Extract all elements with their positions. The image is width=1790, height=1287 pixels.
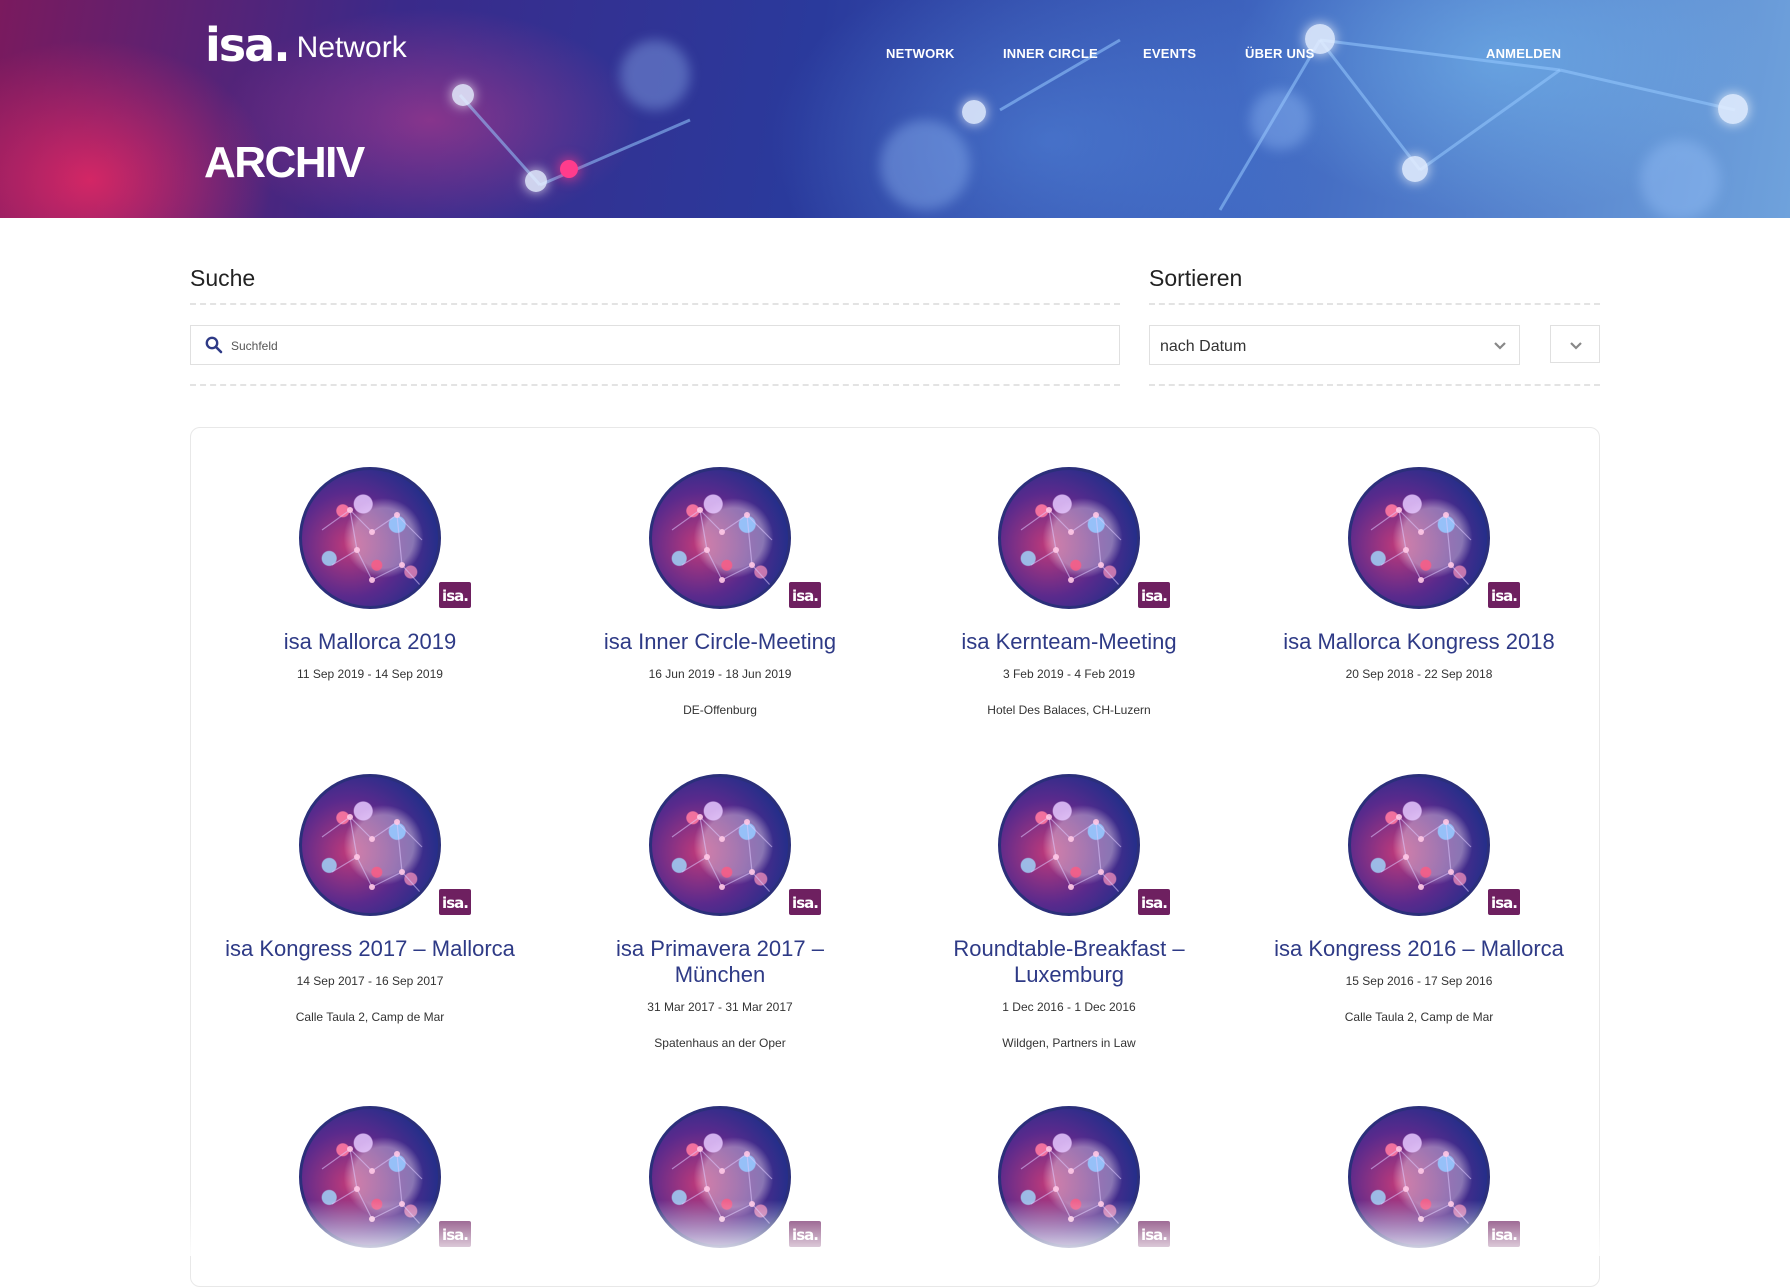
event-image[interactable] [649,1106,791,1248]
event-image[interactable] [1348,774,1490,916]
bokeh [1640,140,1720,218]
isa-badge-icon: isa. [1137,1220,1171,1248]
event-image[interactable] [299,1106,441,1248]
site-logo[interactable]: isa. Network [205,16,407,68]
event-location: Calle Taula 2, Camp de Mar [295,1010,445,1024]
event-card[interactable]: isa. isa Kernteam-Meeting 3 Feb 2019 - 4 F… [919,467,1219,717]
divider [190,303,1120,305]
divider [1149,303,1600,305]
event-image[interactable] [299,774,441,916]
event-title[interactable]: isa Primavera 2017 – München [570,936,870,988]
isa-badge-icon: isa. [1487,888,1521,916]
event-date: 11 Sep 2019 - 14 Sep 2019 [297,667,443,681]
logo-wordmark: Network [296,31,407,64]
event-card[interactable]: isa. isa Kongress 2016 – Mallorca 15 Sep 2… [1269,774,1569,1024]
sort-selected-value: nach Datum [1160,338,1247,355]
event-date: 1 Dec 2016 - 1 Dec 2016 [1002,1000,1136,1014]
event-location: Calle Taula 2, Camp de Mar [1344,1010,1494,1024]
event-card[interactable]: isa. [220,1106,520,1270]
node [560,160,578,178]
event-date: 20 Sep 2018 - 22 Sep 2018 [1345,667,1493,681]
event-card[interactable]: isa. isa Mallorca Kongress 2018 20 Sep 201… [1269,467,1569,703]
node [525,170,547,192]
nav-anmelden[interactable]: ANMELDEN [1486,46,1561,61]
isa-badge-icon: isa. [788,581,822,609]
event-location: Spatenhaus an der Oper [654,1036,786,1050]
sort-direction-button[interactable] [1550,325,1600,363]
bokeh [1250,90,1310,150]
event-location: DE-Offenburg [683,703,757,717]
event-location: Hotel Des Balaces, CH-Luzern [987,703,1151,717]
event-image[interactable] [998,1106,1140,1248]
event-image[interactable] [998,467,1140,609]
nav-network[interactable]: NETWORK [886,46,955,61]
isa-badge-icon: isa. [438,888,472,916]
isa-badge-icon: isa. [438,1220,472,1248]
isa-badge-icon: isa. [788,1220,822,1248]
search-heading: Suche [190,265,256,291]
event-image[interactable] [649,467,791,609]
event-location: Wildgen, Partners in Law [1002,1036,1136,1050]
divider [1149,384,1600,386]
sort-select[interactable]: nach Datum [1149,325,1520,365]
event-card[interactable]: isa. Roundtable-Breakfast – Luxemburg 1 De… [919,774,1219,1050]
event-title[interactable]: isa Inner Circle-Meeting [570,629,870,655]
isa-badge-icon: isa. [788,888,822,916]
search-placeholder: Suchfeld [231,339,278,353]
chevron-down-icon [1569,338,1583,356]
event-card[interactable]: isa. [570,1106,870,1270]
event-title[interactable]: isa Kongress 2016 – Mallorca [1269,936,1569,962]
event-title[interactable]: Roundtable-Breakfast – Luxemburg [919,936,1219,988]
event-title[interactable]: isa Kernteam-Meeting [919,629,1219,655]
chevron-down-icon [1493,338,1507,356]
event-title[interactable]: isa Mallorca 2019 [220,629,520,655]
isa-badge-icon: isa. [1137,888,1171,916]
hero-banner: isa. Network NETWORK INNER CIRCLE EVENTS… [0,0,1790,218]
node [962,100,986,124]
node [1718,94,1748,124]
event-date: 15 Sep 2016 - 17 Sep 2016 [1345,974,1493,988]
event-date: 31 Mar 2017 - 31 Mar 2017 [647,1000,793,1014]
bokeh [620,40,690,110]
search-input[interactable]: Suchfeld [190,325,1120,365]
event-card[interactable]: isa. [919,1106,1219,1270]
sort-heading: Sortieren [1149,265,1243,291]
event-title[interactable]: isa Mallorca Kongress 2018 [1269,629,1569,655]
event-date: 14 Sep 2017 - 16 Sep 2017 [296,974,444,988]
event-title[interactable]: isa Kongress 2017 – Mallorca [220,936,520,962]
event-card[interactable]: isa. isa Inner Circle-Meeting 16 Jun 2019 … [570,467,870,717]
nav-events[interactable]: EVENTS [1143,46,1196,61]
divider [190,384,1120,386]
node [1402,156,1428,182]
nav-inner-circle[interactable]: INNER CIRCLE [1003,46,1098,61]
event-image[interactable] [1348,467,1490,609]
isa-badge-icon: isa. [1487,581,1521,609]
nav-ueber-uns[interactable]: ÜBER UNS [1245,46,1315,61]
logo-mark: isa. [205,18,291,72]
isa-badge-icon: isa. [1137,581,1171,609]
event-image[interactable] [649,774,791,916]
event-image[interactable] [1348,1106,1490,1248]
bokeh [880,120,970,210]
page-title: ARCHIV [204,138,365,187]
event-date: 16 Jun 2019 - 18 Jun 2019 [648,667,792,681]
node [452,84,474,106]
event-image[interactable] [299,467,441,609]
isa-badge-icon: isa. [1487,1220,1521,1248]
event-card[interactable]: isa. isa Mallorca 2019 11 Sep 2019 - 14 Se… [220,467,520,703]
event-card[interactable]: isa. isa Primavera 2017 – München 31 Mar 2… [570,774,870,1050]
event-date: 3 Feb 2019 - 4 Feb 2019 [1002,667,1136,681]
event-card[interactable]: isa. [1269,1106,1569,1270]
search-icon [205,336,223,359]
isa-badge-icon: isa. [438,581,472,609]
event-image[interactable] [998,774,1140,916]
event-card[interactable]: isa. isa Kongress 2017 – Mallorca 14 Sep 2… [220,774,520,1024]
